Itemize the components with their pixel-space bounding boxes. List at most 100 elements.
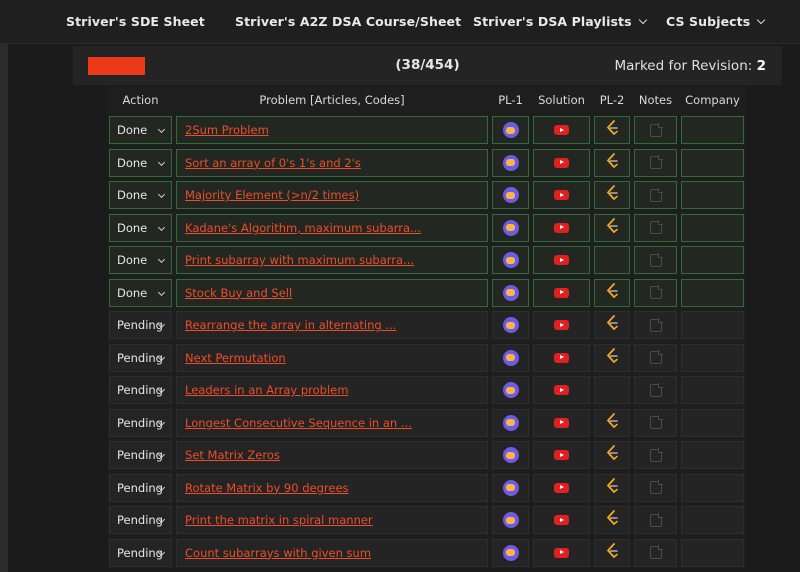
notes-button[interactable] (635, 215, 676, 241)
youtube-link[interactable] (534, 215, 589, 241)
problem-link[interactable]: Print the matrix in spiral manner (177, 507, 487, 533)
problem-link[interactable]: Rotate Matrix by 90 degrees (177, 475, 487, 501)
nav-sde-sheet[interactable]: Striver's SDE Sheet (66, 14, 205, 29)
codingninjas-link[interactable] (493, 117, 528, 143)
company-cell[interactable] (681, 116, 744, 144)
company-cell[interactable] (681, 278, 744, 307)
company-cell[interactable] (681, 538, 744, 567)
codingninjas-link[interactable] (493, 377, 528, 403)
youtube-link[interactable] (534, 442, 589, 468)
codingninjas-link[interactable] (493, 540, 528, 566)
notes-button[interactable] (635, 540, 676, 566)
codingninjas-link[interactable] (493, 280, 528, 306)
notes-button[interactable] (635, 507, 676, 533)
revision-counter[interactable]: Marked for Revision: 2 (615, 58, 767, 74)
problem-link[interactable]: Stock Buy and Sell (177, 280, 487, 306)
problem-link[interactable]: Print subarray with maximum subarra... (177, 247, 487, 273)
youtube-link[interactable] (534, 312, 589, 338)
youtube-link[interactable] (534, 377, 589, 403)
problem-link[interactable]: Majority Element (>n/2 times) (177, 182, 487, 208)
youtube-link[interactable] (534, 410, 589, 436)
codingninjas-link[interactable] (493, 410, 528, 436)
problem-link[interactable]: Longest Consecutive Sequence in an ... (177, 410, 487, 436)
status-select[interactable]: Done (110, 280, 171, 306)
codingninjas-link[interactable] (493, 312, 528, 338)
problem-link[interactable]: Leaders in an Array problem (177, 377, 487, 403)
leetcode-link[interactable] (595, 117, 629, 143)
nav-dsa-playlists[interactable]: Striver's DSA Playlists (473, 14, 647, 29)
status-select[interactable]: Pending (110, 377, 171, 403)
problem-link[interactable]: 2Sum Problem (177, 117, 487, 143)
notes-button[interactable] (635, 150, 676, 176)
notes-button[interactable] (635, 345, 676, 371)
codingninjas-link[interactable] (493, 182, 528, 208)
youtube-link[interactable] (534, 182, 589, 208)
notes-button[interactable] (635, 410, 676, 436)
problem-link[interactable]: Next Permutation (177, 345, 487, 371)
notes-button[interactable] (635, 442, 676, 468)
company-cell[interactable] (681, 213, 744, 242)
leetcode-link[interactable] (595, 442, 629, 468)
company-cell[interactable] (681, 376, 744, 404)
problem-link[interactable]: Kadane's Algorithm, maximum subarra... (177, 215, 487, 241)
nav-cs-subjects[interactable]: CS Subjects (666, 14, 766, 29)
company-cell[interactable] (681, 343, 744, 372)
leetcode-link[interactable] (595, 475, 629, 501)
company-cell[interactable] (681, 246, 744, 274)
codingninjas-link[interactable] (493, 247, 528, 273)
company-cell[interactable] (681, 148, 744, 177)
status-select[interactable]: Pending (110, 507, 171, 533)
notes-button[interactable] (635, 312, 676, 338)
company-cell[interactable] (681, 506, 744, 534)
notes-button[interactable] (635, 475, 676, 501)
codingninjas-link[interactable] (493, 507, 528, 533)
notes-button[interactable] (635, 247, 676, 273)
problem-link[interactable]: Rearrange the array in alternating ... (177, 312, 487, 338)
notes-button[interactable] (635, 182, 676, 208)
leetcode-link[interactable] (595, 215, 629, 241)
leetcode-link[interactable] (595, 410, 629, 436)
codingninjas-link[interactable] (493, 475, 528, 501)
status-select[interactable]: Done (110, 215, 171, 241)
notes-button[interactable] (635, 377, 676, 403)
company-cell[interactable] (681, 473, 744, 502)
codingninjas-link[interactable] (493, 345, 528, 371)
youtube-link[interactable] (534, 345, 589, 371)
leetcode-link[interactable] (595, 540, 629, 566)
leetcode-link[interactable] (595, 150, 629, 176)
status-select[interactable]: Pending (110, 475, 171, 501)
youtube-link[interactable] (534, 150, 589, 176)
problem-link[interactable]: Set Matrix Zeros (177, 442, 487, 468)
company-cell[interactable] (681, 408, 744, 437)
youtube-link[interactable] (534, 117, 589, 143)
leetcode-link[interactable] (595, 182, 629, 208)
youtube-link[interactable] (534, 475, 589, 501)
status-select[interactable]: Pending (110, 312, 171, 338)
problem-link[interactable]: Count subarrays with given sum (177, 540, 487, 566)
company-cell[interactable] (681, 181, 744, 209)
status-select[interactable]: Pending (110, 442, 171, 468)
problem-link[interactable]: Sort an array of 0's 1's and 2's (177, 150, 487, 176)
youtube-link[interactable] (534, 280, 589, 306)
status-select[interactable]: Done (110, 150, 171, 176)
nav-a2z-course[interactable]: Striver's A2Z DSA Course/Sheet (235, 14, 461, 29)
codingninjas-link[interactable] (493, 215, 528, 241)
leetcode-link[interactable] (595, 312, 629, 338)
leetcode-link[interactable] (595, 280, 629, 306)
company-cell[interactable] (681, 311, 744, 339)
status-select[interactable]: Pending (110, 410, 171, 436)
youtube-link[interactable] (534, 540, 589, 566)
youtube-link[interactable] (534, 507, 589, 533)
notes-button[interactable] (635, 280, 676, 306)
youtube-link[interactable] (534, 247, 589, 273)
status-select[interactable]: Pending (110, 345, 171, 371)
notes-button[interactable] (635, 117, 676, 143)
codingninjas-link[interactable] (493, 150, 528, 176)
leetcode-link[interactable] (595, 345, 629, 371)
leetcode-link[interactable] (595, 507, 629, 533)
company-cell[interactable] (681, 441, 744, 469)
codingninjas-link[interactable] (493, 442, 528, 468)
status-select[interactable]: Done (110, 117, 171, 143)
status-select[interactable]: Done (110, 247, 171, 273)
status-select[interactable]: Done (110, 182, 171, 208)
